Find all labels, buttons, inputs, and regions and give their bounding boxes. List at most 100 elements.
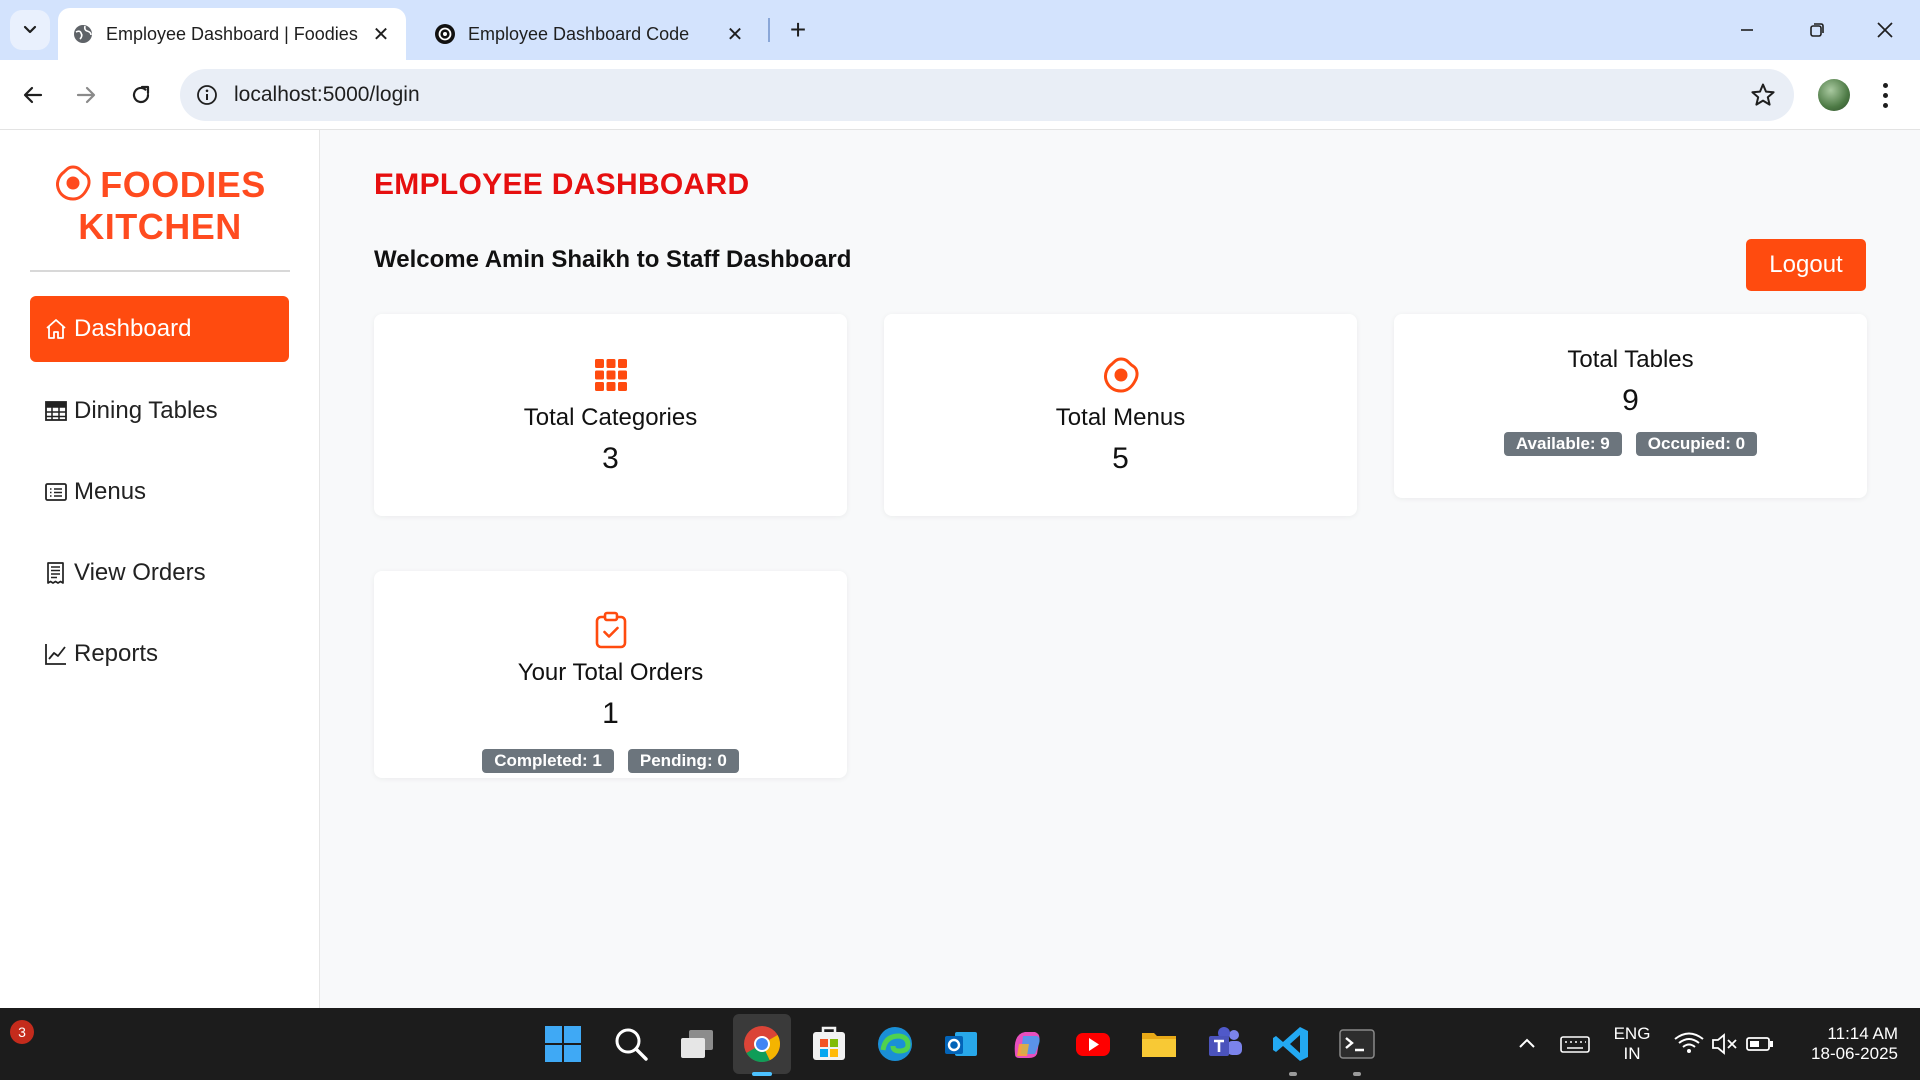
close-icon[interactable]: ✕: [370, 23, 392, 46]
chevron-down-icon: [23, 25, 37, 34]
sidebar-item-dining-tables[interactable]: Dining Tables: [30, 378, 289, 444]
close-icon[interactable]: ✕: [724, 23, 746, 46]
search-icon[interactable]: [611, 1024, 651, 1064]
egg-icon: [56, 165, 91, 201]
minimize-button[interactable]: [1722, 10, 1772, 50]
arrow-left-icon: [23, 86, 43, 104]
windows-start-icon[interactable]: [543, 1024, 583, 1064]
windows-taskbar: 3 ENG IN 11:14 AM 18-06-2025: [0, 1008, 1920, 1080]
tab-search-button[interactable]: [10, 10, 50, 50]
card-value: 1: [602, 697, 619, 730]
clipboard-check-icon: [595, 611, 626, 649]
reload-button[interactable]: [121, 75, 161, 115]
card-label: Total Menus: [1055, 404, 1186, 431]
tab-title: Employee Dashboard | Foodies: [106, 23, 358, 44]
chart-line-icon: [45, 644, 66, 665]
receipt-icon: [47, 562, 64, 584]
close-icon: [1877, 22, 1893, 38]
sidebar-item-label: Dashboard: [74, 315, 192, 342]
pending-badge: Pending: 0: [627, 749, 739, 773]
browser-toolbar: localhost:5000/login: [0, 60, 1920, 130]
completed-badge: Completed: 1: [482, 749, 614, 773]
page-content: FOODIES KITCHEN Dashboard Dining Tables …: [0, 130, 1920, 1008]
card-label: Total Tables: [1567, 346, 1694, 373]
sidebar-item-label: View Orders: [74, 559, 206, 586]
occupied-badge: Occupied: 0: [1635, 432, 1758, 456]
youtube-icon[interactable]: [1073, 1024, 1113, 1064]
page-title: EMPLOYEE DASHBOARD: [374, 168, 750, 201]
list-icon: [45, 483, 67, 501]
terminal-icon[interactable]: [1337, 1024, 1377, 1064]
tab-separator: [768, 18, 770, 42]
forward-button[interactable]: [66, 75, 106, 115]
wifi-icon[interactable]: [1672, 1024, 1706, 1064]
restore-button[interactable]: [1792, 10, 1842, 50]
profile-avatar[interactable]: [1818, 79, 1850, 111]
card-total-menus: Total Menus 5: [884, 314, 1357, 516]
browser-titlebar: Employee Dashboard | Foodies ✕ Employee …: [0, 0, 1920, 60]
card-value: 3: [602, 442, 619, 475]
minimize-icon: [1741, 29, 1753, 31]
active-indicator: [752, 1072, 772, 1076]
file-explorer-icon[interactable]: [1139, 1024, 1179, 1064]
tab-title: Employee Dashboard Code: [468, 23, 690, 44]
teams-icon[interactable]: [1205, 1024, 1245, 1064]
site-info-icon[interactable]: [196, 84, 218, 106]
bookmark-star-icon[interactable]: [1750, 82, 1776, 108]
welcome-message: Welcome Amin Shaikh to Staff Dashboard: [374, 246, 852, 273]
microsoft-store-icon[interactable]: [809, 1024, 849, 1064]
language-indicator[interactable]: ENG IN: [1602, 1008, 1662, 1080]
reload-icon: [132, 85, 150, 104]
browser-menu-icon[interactable]: [1870, 77, 1900, 113]
notification-badge[interactable]: 3: [10, 1020, 34, 1044]
clock-date: 18-06-2025: [1811, 1044, 1898, 1063]
card-label: Your Total Orders: [517, 659, 704, 686]
grid-icon: [594, 359, 627, 391]
outlook-icon[interactable]: [941, 1024, 981, 1064]
sidebar-item-dashboard[interactable]: Dashboard: [30, 296, 289, 362]
card-total-categories: Total Categories 3: [374, 314, 847, 516]
task-view-icon[interactable]: [677, 1024, 717, 1064]
sidebar-item-reports[interactable]: Reports: [30, 621, 289, 687]
chrome-icon[interactable]: [742, 1024, 782, 1064]
divider: [30, 270, 290, 272]
tab-employee-dashboard[interactable]: Employee Dashboard | Foodies ✕: [58, 8, 406, 60]
chevron-up-icon[interactable]: [1512, 1024, 1542, 1064]
copilot-icon[interactable]: [1007, 1024, 1047, 1064]
sidebar-item-menus[interactable]: Menus: [30, 459, 289, 525]
sidebar-item-label: Menus: [74, 478, 147, 505]
edge-icon[interactable]: [875, 1024, 915, 1064]
table-icon: [45, 401, 67, 421]
egg-icon: [1103, 357, 1139, 393]
running-indicator: [1289, 1072, 1297, 1076]
card-value: 9: [1622, 384, 1639, 417]
new-tab-button[interactable]: +: [780, 12, 816, 48]
sidebar-item-label: Reports: [74, 640, 159, 667]
card-label: Total Categories: [523, 404, 698, 431]
address-bar[interactable]: localhost:5000/login: [180, 69, 1794, 121]
home-icon: [46, 319, 66, 339]
close-window-button[interactable]: [1860, 10, 1910, 50]
card-your-total-orders: Your Total Orders 1 Completed: 1 Pending…: [374, 571, 847, 778]
battery-icon[interactable]: [1744, 1024, 1776, 1064]
sidebar-item-view-orders[interactable]: View Orders: [30, 540, 289, 606]
back-button[interactable]: [13, 75, 53, 115]
tab-employee-dashboard-code[interactable]: Employee Dashboard Code ✕: [420, 8, 760, 60]
restore-icon: [1810, 23, 1824, 37]
clock[interactable]: 11:14 AM 18-06-2025: [1782, 1008, 1910, 1080]
globe-icon: [74, 25, 92, 43]
brand-line1: FOODIES: [100, 164, 266, 205]
arrow-right-icon: [76, 86, 96, 104]
openai-icon: [435, 24, 455, 44]
vscode-icon[interactable]: [1271, 1024, 1311, 1064]
running-indicator: [1353, 1072, 1361, 1076]
keyboard-icon[interactable]: [1558, 1024, 1592, 1064]
url-text[interactable]: localhost:5000/login: [234, 83, 420, 107]
card-total-tables: Total Tables 9 Available: 9 Occupied: 0: [1394, 314, 1867, 498]
language-line1: ENG: [1613, 1024, 1651, 1043]
sidebar: FOODIES KITCHEN Dashboard Dining Tables …: [0, 130, 320, 1008]
sidebar-item-label: Dining Tables: [74, 397, 218, 424]
clock-time: 11:14 AM: [1827, 1024, 1898, 1043]
volume-muted-icon[interactable]: [1710, 1024, 1740, 1064]
logout-button[interactable]: Logout: [1746, 239, 1866, 291]
